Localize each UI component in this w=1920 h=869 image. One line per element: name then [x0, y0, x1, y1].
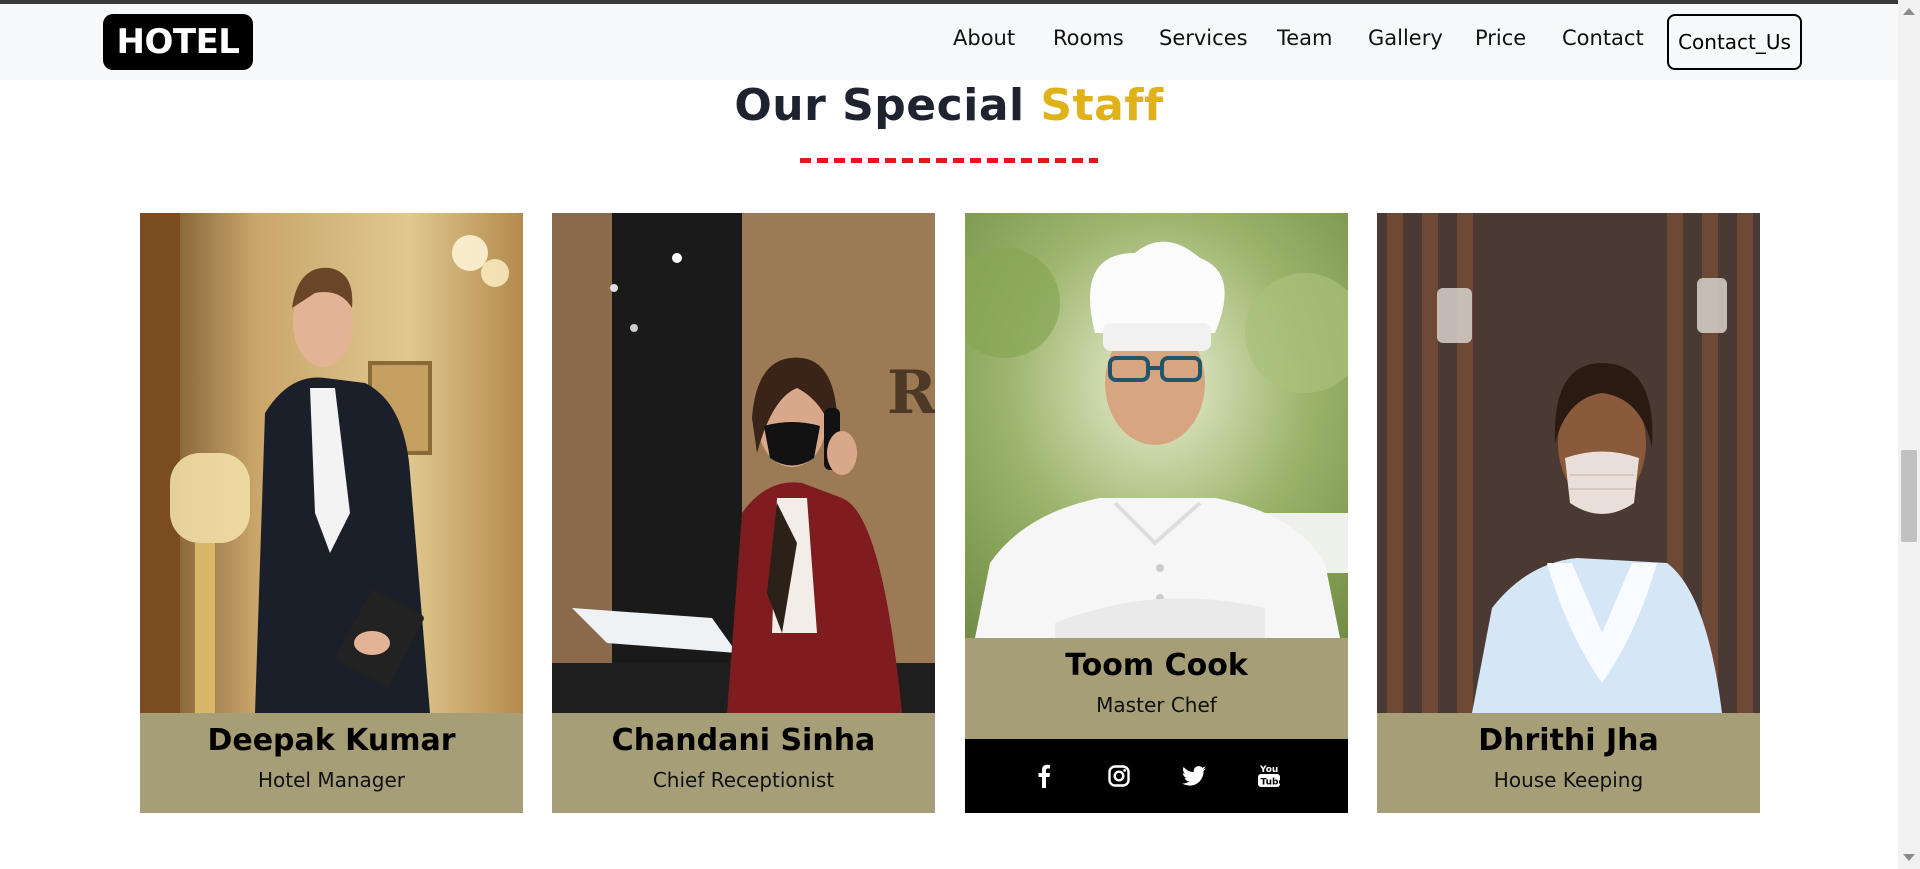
scroll-up-arrow-icon[interactable]	[1903, 8, 1915, 15]
nav-link-gallery[interactable]: Gallery	[1368, 26, 1443, 50]
nav-link-services[interactable]: Services	[1159, 26, 1248, 50]
staff-name: Dhrithi Jha	[1478, 723, 1659, 758]
social-links: You Tube	[965, 739, 1348, 813]
svg-text:R: R	[887, 358, 935, 428]
staff-card-chandani-sinha[interactable]: R Chandani Sinha Chief Receptionist	[552, 213, 935, 813]
staff-card-deepak-kumar[interactable]: Deepak Kumar Hotel Manager	[140, 213, 523, 813]
staff-name: Toom Cook	[1065, 648, 1248, 683]
staff-photo-house-keeping	[1377, 213, 1760, 713]
staff-card-toom-cook[interactable]: Toom Cook Master Chef You Tube	[965, 213, 1348, 813]
section-title: Our Special Staff	[0, 80, 1898, 131]
brand-logo[interactable]: HOTEL	[103, 14, 253, 70]
staff-card-dhrithi-jha[interactable]: Dhrithi Jha House Keeping	[1377, 213, 1760, 813]
section-title-accent: Staff	[1040, 80, 1164, 131]
staff-info: Toom Cook Master Chef	[965, 638, 1348, 739]
facebook-icon[interactable]	[1031, 763, 1057, 789]
staff-photo-receptionist: R	[552, 213, 935, 713]
staff-info: Deepak Kumar Hotel Manager	[140, 713, 523, 813]
staff-name: Deepak Kumar	[207, 723, 456, 758]
svg-text:Tube: Tube	[1260, 778, 1280, 788]
scrollbar-thumb[interactable]	[1901, 450, 1917, 542]
staff-photo-hotel-manager	[140, 213, 523, 713]
navbar: HOTEL About Rooms Services Team Gallery …	[0, 4, 1898, 80]
instagram-icon[interactable]	[1106, 763, 1132, 789]
staff-info: Chandani Sinha Chief Receptionist	[552, 713, 935, 813]
staff-info: Dhrithi Jha House Keeping	[1377, 713, 1760, 813]
page-scrollbar[interactable]	[1898, 0, 1920, 869]
staff-role: Hotel Manager	[257, 768, 405, 792]
staff-role: Master Chef	[1096, 693, 1217, 717]
youtube-icon[interactable]: You Tube	[1256, 763, 1282, 789]
twitter-icon[interactable]	[1181, 763, 1207, 789]
nav-link-price[interactable]: Price	[1475, 26, 1526, 50]
nav-link-team[interactable]: Team	[1277, 26, 1333, 50]
nav-link-contact[interactable]: Contact	[1562, 26, 1644, 50]
svg-text:You: You	[1259, 765, 1278, 775]
scroll-down-arrow-icon[interactable]	[1903, 854, 1915, 861]
nav-link-rooms[interactable]: Rooms	[1053, 26, 1124, 50]
staff-name: Chandani Sinha	[611, 723, 876, 758]
staff-role: Chief Receptionist	[652, 768, 835, 792]
nav-link-about[interactable]: About	[953, 26, 1015, 50]
contact-us-button[interactable]: Contact_Us	[1667, 14, 1802, 70]
title-divider	[800, 158, 1098, 163]
section-title-main: Our Special	[734, 80, 1025, 131]
staff-photo-master-chef	[965, 213, 1348, 638]
staff-role: House Keeping	[1493, 768, 1644, 792]
